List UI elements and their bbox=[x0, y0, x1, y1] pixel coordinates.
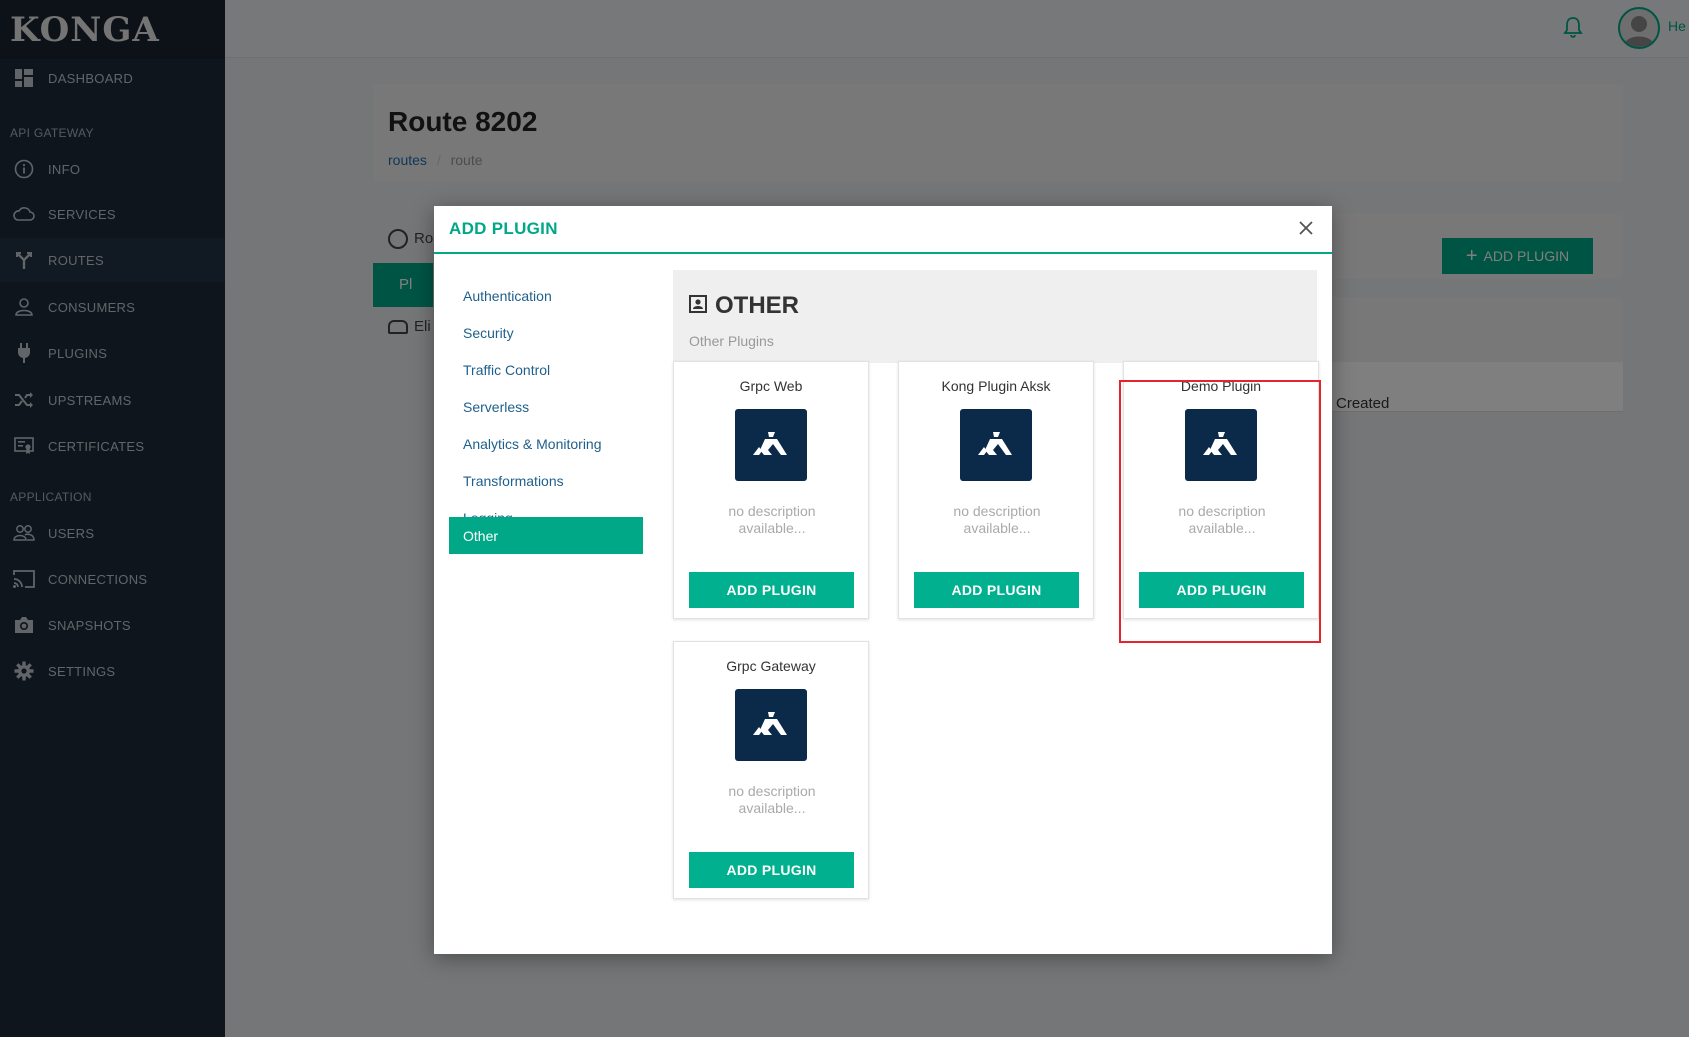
plugin-description: no description available... bbox=[953, 503, 1041, 536]
plugin-name: Kong Plugin Aksk bbox=[941, 378, 1051, 394]
highlight-box bbox=[1119, 380, 1321, 643]
add-plugin-button[interactable]: ADD PLUGIN bbox=[689, 852, 854, 888]
kong-logo-icon bbox=[960, 409, 1032, 481]
category-traffic-control[interactable]: Traffic Control bbox=[449, 351, 643, 388]
plugin-name: Grpc Web bbox=[739, 378, 803, 394]
modal-header: ADD PLUGIN bbox=[434, 206, 1332, 254]
close-icon[interactable] bbox=[1294, 216, 1318, 240]
plugin-description: no description available... bbox=[728, 503, 816, 536]
section-title-text: OTHER bbox=[715, 292, 799, 319]
category-authentication[interactable]: Authentication bbox=[449, 277, 643, 314]
plugin-description: no description available... bbox=[728, 783, 816, 816]
contact-card-icon bbox=[689, 292, 707, 320]
section-subtitle: Other Plugins bbox=[689, 333, 774, 349]
add-plugin-button[interactable]: ADD PLUGIN bbox=[689, 572, 854, 608]
category-serverless[interactable]: Serverless bbox=[449, 388, 643, 425]
plugin-name: Grpc Gateway bbox=[726, 658, 816, 674]
category-other[interactable]: Other bbox=[449, 517, 643, 554]
modal-title: ADD PLUGIN bbox=[449, 219, 558, 238]
category-transformations[interactable]: Transformations bbox=[449, 462, 643, 499]
category-security[interactable]: Security bbox=[449, 314, 643, 351]
kong-logo-icon bbox=[735, 409, 807, 481]
kong-logo-icon bbox=[735, 689, 807, 761]
plugin-card-kong-plugin-aksk: Kong Plugin Aksk no description availabl… bbox=[898, 361, 1094, 619]
plugin-card-grpc-web: Grpc Web no description available... ADD… bbox=[673, 361, 869, 619]
category-analytics-monitoring[interactable]: Analytics & Monitoring bbox=[449, 425, 643, 462]
section-title: OTHER bbox=[689, 292, 799, 320]
add-plugin-button[interactable]: ADD PLUGIN bbox=[914, 572, 1079, 608]
section-header: OTHER Other Plugins bbox=[673, 270, 1317, 363]
plugin-card-grpc-gateway: Grpc Gateway no description available...… bbox=[673, 641, 869, 899]
